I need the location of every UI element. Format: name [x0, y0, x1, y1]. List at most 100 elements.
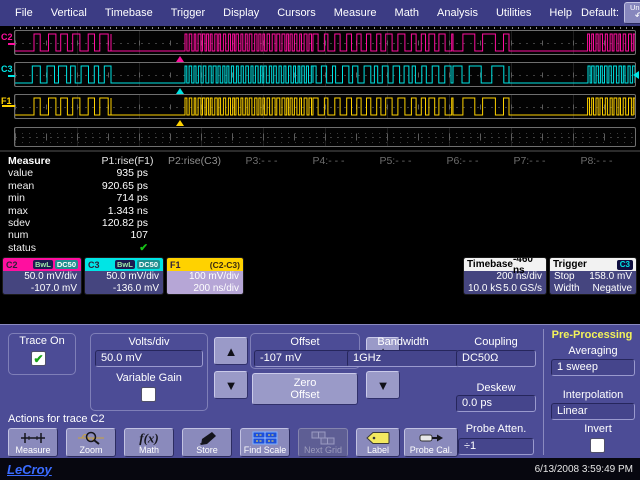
measure-value-p1: 1.343 ns [94, 205, 161, 217]
menu-item-math[interactable]: Math [386, 7, 428, 19]
measure-column-header[interactable]: P4:- - - [295, 155, 362, 167]
variable-gain-checkbox[interactable] [141, 387, 156, 402]
interpolation-label: Interpolation [548, 389, 638, 401]
measure-value-p1: 120.82 ps [94, 217, 161, 229]
menu-item-trigger[interactable]: Trigger [162, 7, 214, 19]
timebase-box-header: Timebase -460 ns [464, 258, 546, 271]
probe-cal-button[interactable]: Probe Cal. [404, 428, 458, 457]
measure-value-p1: 714 ps [94, 192, 161, 204]
trigger-position-marker-c3[interactable] [176, 88, 184, 94]
up-arrow-icon: ▲ [225, 344, 238, 359]
channel-box-c2[interactable]: C2 BwL DC50 50.0 mV/div -107.0 mV [2, 257, 82, 295]
measure-column-header[interactable]: P6:- - - [429, 155, 496, 167]
magnifier-icon [78, 430, 104, 445]
grid-strip-empty [14, 127, 636, 147]
channel-id: C2 [6, 260, 18, 270]
measure-row-label: status [6, 242, 94, 254]
measure-column-header[interactable]: P5:- - - [362, 155, 429, 167]
next-grid-button: Next Grid [298, 428, 348, 457]
menu-items: FileVerticalTimebaseTriggerDisplayCursor… [6, 7, 581, 19]
action-button-label: Measure [15, 445, 50, 455]
zero-level-marker-c3[interactable] [8, 75, 15, 77]
offset-field[interactable]: -107 mV [254, 350, 356, 367]
trace-label-c3[interactable]: C3 [1, 64, 14, 74]
timebase-box[interactable]: Timebase -460 ns 200 ns/div 10.0 kS 5.0 … [463, 257, 547, 295]
trigger-position-marker-c2[interactable] [176, 56, 184, 62]
menu-item-cursors[interactable]: Cursors [268, 7, 325, 19]
measure-column-header[interactable]: P3:- - - [228, 155, 295, 167]
measure-row-mean: mean920.65 ps [6, 180, 636, 192]
trace-box-f1-body: 100 mV/div 200 ns/div [167, 271, 243, 294]
time-ruler-ticks [14, 27, 636, 29]
grid-strip-c3 [14, 62, 636, 87]
measure-value-p1: 935 ps [94, 167, 161, 179]
trigger-position-marker-f1[interactable] [176, 120, 184, 126]
trigger-box[interactable]: Trigger C3 Stop 158.0 mV Width Negative [549, 257, 637, 295]
menu-item-analysis[interactable]: Analysis [428, 7, 487, 19]
channel-box-c2-header: C2 BwL DC50 [3, 258, 81, 271]
undo-icon: ↶ [635, 12, 640, 22]
measure-column-header[interactable]: P1:rise(F1) [94, 155, 161, 167]
deskew-field[interactable]: 0.0 ps [456, 395, 536, 412]
store-button[interactable]: Store [182, 428, 232, 457]
waveform-c2 [15, 31, 635, 54]
measure-button[interactable]: Measure [8, 428, 58, 457]
trigger-level-arrow[interactable] [633, 71, 639, 79]
interpolation-field[interactable]: Linear [551, 403, 635, 420]
menu-item-display[interactable]: Display [214, 7, 268, 19]
svg-text:f(x): f(x) [139, 431, 159, 445]
channel-box-c3[interactable]: C3 BwL DC50 50.0 mV/div -136.0 mV [84, 257, 164, 295]
find-scale-button[interactable]: Find Scale [240, 428, 290, 457]
trigger-slope: Negative [593, 283, 632, 295]
menu-item-timebase[interactable]: Timebase [96, 7, 162, 19]
action-button-label: Math [139, 445, 159, 455]
invert-label: Invert [560, 423, 636, 435]
zero-offset-button[interactable]: Zero Offset [252, 373, 358, 405]
measure-row-label: min [6, 192, 94, 204]
trace-box-f1[interactable]: F1 (C2-C3) 100 mV/div 200 ns/div [166, 257, 244, 295]
invert-checkbox[interactable] [590, 438, 605, 453]
separator [0, 150, 640, 152]
bandwidth-limit-badge: BwL [33, 260, 53, 269]
coupling-field[interactable]: DC50Ω [456, 350, 536, 367]
menu-item-utilities[interactable]: Utilities [487, 7, 540, 19]
bandwidth-field[interactable]: 1GHz [347, 350, 459, 367]
measure-row-min: min714 ps [6, 192, 636, 204]
volts-div-down-button[interactable]: ▼ [214, 371, 248, 399]
math-button[interactable]: f(x)Math [124, 428, 174, 457]
trace-label-c2[interactable]: C2 [1, 32, 14, 42]
channel-box-c3-body: 50.0 mV/div -136.0 mV [85, 271, 163, 294]
measure-column-header[interactable]: P7:- - - [496, 155, 563, 167]
volts-div-field[interactable]: 50.0 mV [95, 350, 203, 367]
measure-column-header[interactable]: P8:- - - [563, 155, 630, 167]
menu-item-measure[interactable]: Measure [325, 7, 386, 19]
zero-level-marker-c2[interactable] [8, 43, 15, 45]
label-button[interactable]: Label [356, 428, 400, 457]
measure-value-p1: 920.65 ps [94, 180, 161, 192]
zero-level-marker-f1[interactable] [2, 105, 15, 107]
check-icon: ✔ [33, 353, 43, 365]
measure-row-label: max [6, 205, 94, 217]
offset-down-button[interactable]: ▼ [366, 371, 400, 399]
action-button-label: Zoom [79, 445, 102, 455]
menu-item-help[interactable]: Help [540, 7, 581, 19]
dotted-gridline [15, 142, 635, 143]
volts-div-up-button[interactable]: ▲ [214, 337, 248, 365]
status-check-icon: ✔ [94, 242, 161, 254]
trace-id: F1 [170, 260, 181, 270]
measure-column-header[interactable]: P2:rise(C3) [161, 155, 228, 167]
measure-row-label: sdev [6, 217, 94, 229]
waveform-f1 [15, 95, 635, 118]
next-grid-icon [310, 430, 336, 445]
menu-item-file[interactable]: File [6, 7, 42, 19]
waveform-c3 [15, 63, 635, 86]
trace-on-checkbox[interactable]: ✔ [31, 351, 46, 366]
undo-button[interactable]: Undo ↶ [624, 2, 640, 24]
dialog-tab-row: C2 Vertical Adjust Close [0, 296, 640, 324]
datetime: 6/13/2008 3:59:49 PM [535, 464, 633, 475]
probe-atten-field[interactable]: ÷1 [458, 438, 534, 455]
zoom-button[interactable]: Zoom [66, 428, 116, 457]
timebase-title: Timebase [467, 259, 513, 270]
menu-item-vertical[interactable]: Vertical [42, 7, 96, 19]
averaging-field[interactable]: 1 sweep [551, 359, 635, 376]
